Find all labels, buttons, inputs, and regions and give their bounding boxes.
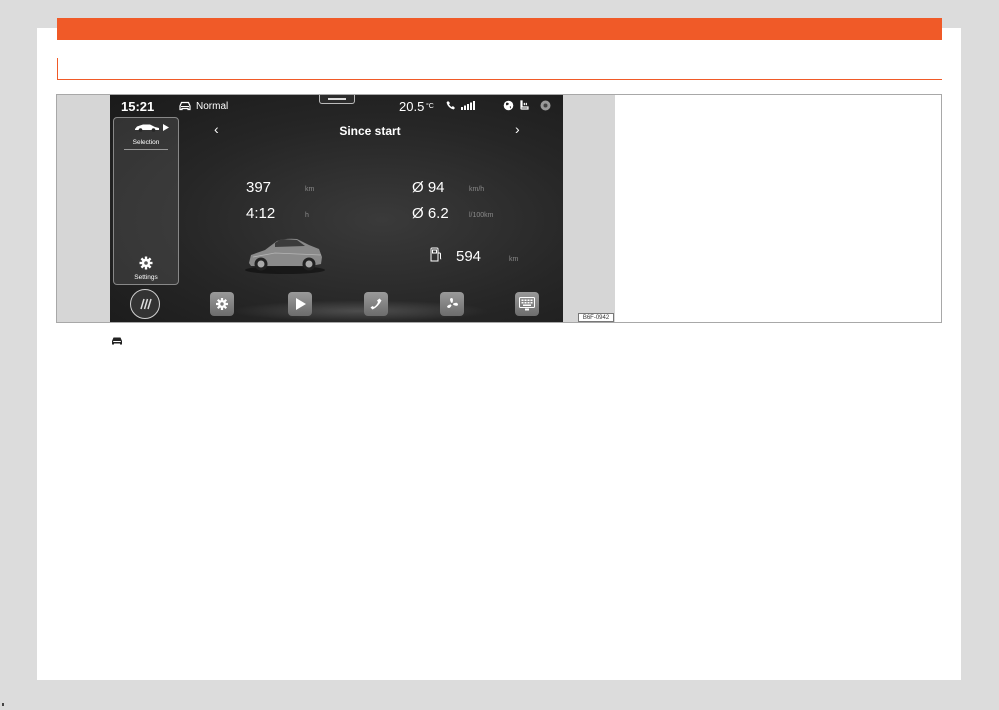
seat-heating-icon [520,100,529,110]
phone-icon [370,298,382,310]
divider [124,149,168,150]
fan-icon [447,298,458,308]
home-button[interactable] [130,289,160,319]
car-front-icon [112,337,122,345]
selection-label[interactable]: Selection [113,139,179,146]
chapter-header-bar [57,18,942,40]
temperature-unit: °C [426,103,434,110]
distance-unit: km [305,186,315,193]
gear-icon[interactable] [139,256,153,270]
distance-value: 397 [246,179,272,196]
average-speed-unit: km/h [469,186,485,193]
car-illustration [245,238,325,274]
keyboard-button[interactable] [515,292,539,316]
keyboard-icon [519,297,535,311]
chevron-left-icon[interactable]: ‹ [214,121,219,137]
car-side-icon[interactable] [134,123,160,132]
average-consumption-unit: l/100km [469,212,494,219]
menu-icon [140,298,152,310]
duration-value: 4:12 [246,205,276,222]
drive-mode-label: Normal [196,101,229,112]
page-title: Since start [339,124,401,138]
average-consumption-value: Ø 6.2 [412,205,449,222]
figure-code: B6F-0942 [578,313,614,322]
play-arrow-small-icon [163,124,169,131]
fuel-pump-icon [430,247,442,262]
settings-button[interactable] [210,292,234,316]
page-mark [2,703,4,706]
section-header-line [57,58,942,80]
status-badge-icon [540,100,551,111]
outside-temperature: 20.5 [399,99,425,114]
clock: 15:21 [121,99,155,114]
pull-down-handle[interactable] [319,95,355,104]
average-speed-value: Ø 94 [412,179,445,196]
settings-label[interactable]: Settings [113,274,179,281]
range-unit: km [509,256,519,263]
phone-icon [446,101,455,110]
gear-icon [216,298,228,310]
infotainment-screen: 15:21 Normal 20.5 °C Selection Settings … [110,95,563,322]
globe-icon [503,100,514,111]
duration-unit: h [305,212,309,219]
car-front-icon [179,101,191,111]
climate-button[interactable] [440,292,464,316]
chevron-right-icon[interactable]: › [515,121,520,137]
play-icon [296,298,306,310]
phone-button[interactable] [364,292,388,316]
media-button[interactable] [288,292,312,316]
signal-strength-icon [461,101,475,110]
range-value: 594 [456,248,482,265]
